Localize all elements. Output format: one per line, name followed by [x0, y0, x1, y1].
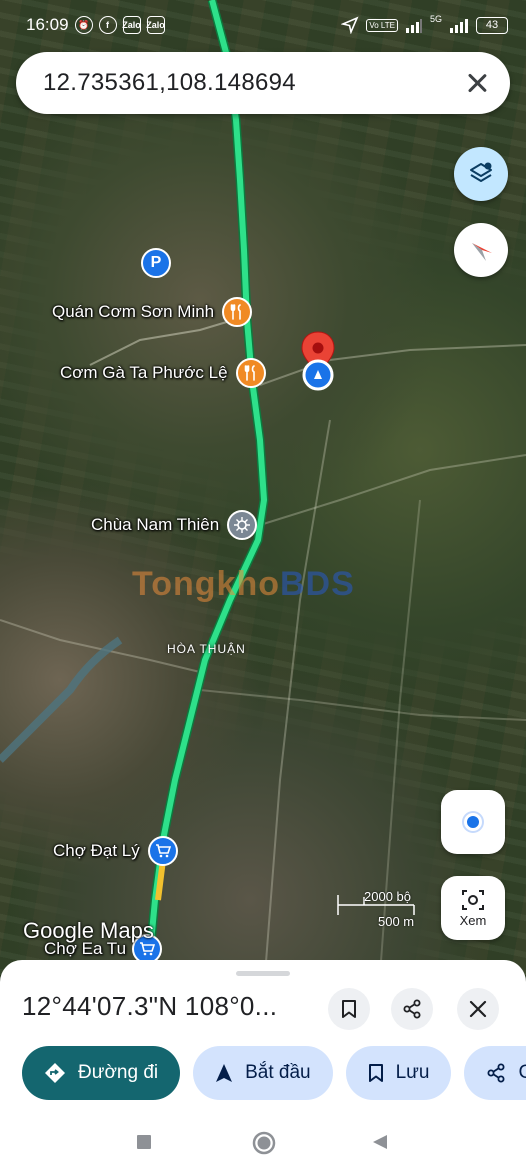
alarm-icon: ⏰ — [74, 16, 93, 34]
home-button[interactable] — [252, 1131, 276, 1160]
search-query[interactable]: 12.735361,108.148694 — [43, 69, 464, 97]
temple-icon — [227, 510, 258, 540]
my-location-button[interactable] — [441, 790, 505, 854]
action-chips: Đường đi Bắt đầu Lưu Ch — [22, 1046, 526, 1100]
share-icon — [403, 999, 421, 1019]
maps-screen: TongkhoBDS P Quán Cơm Sơn Minh Cơm Gà Ta… — [0, 0, 526, 1169]
directions-label: Đường đi — [78, 1062, 159, 1083]
poi-quan-com-son-minh[interactable]: Quán Cơm Sơn Minh — [52, 297, 253, 327]
poi-label: Quán Cơm Sơn Minh — [52, 302, 215, 321]
compass-button[interactable] — [454, 223, 508, 277]
signal-icon-2 — [450, 19, 468, 33]
view-button[interactable]: Xem — [441, 876, 505, 940]
poi-chua-nam-thien[interactable]: Chùa Nam Thiên — [91, 510, 258, 540]
share-label: Ch — [518, 1062, 526, 1083]
watermark: TongkhoBDS — [132, 565, 355, 603]
navigation-arrow-icon — [216, 1064, 233, 1082]
layers-icon — [470, 162, 492, 182]
system-nav-bar — [0, 1120, 526, 1169]
status-bar: 16:09 ⏰ f Zalo Zalo Vo LTE 5G 43 — [0, 0, 526, 50]
recents-icon — [137, 1135, 151, 1149]
place-title: 12°44'07.3"N 108°0... — [22, 991, 278, 1021]
directions-button[interactable]: Đường đi — [22, 1046, 181, 1100]
poi-com-ga-ta-phuoc-le[interactable]: Cơm Gà Ta Phước Lệ — [60, 358, 266, 388]
area-label: HÒA THUẬN — [167, 642, 246, 656]
save-label: Lưu — [395, 1062, 430, 1083]
share-icon-button[interactable] — [391, 988, 433, 1030]
recents-button[interactable] — [136, 1134, 152, 1155]
battery-icon: 43 — [476, 16, 508, 34]
home-icon — [252, 1131, 276, 1155]
google-maps-logo: Google Maps — [23, 918, 154, 943]
parking-icon: P — [141, 248, 171, 278]
save-icon-button[interactable] — [328, 988, 370, 1030]
back-icon — [373, 1135, 387, 1149]
start-label: Bắt đầu — [245, 1062, 311, 1083]
back-button[interactable] — [372, 1134, 388, 1155]
network-type: 5G — [429, 14, 442, 24]
save-button[interactable]: Lưu — [345, 1046, 452, 1100]
close-icon[interactable] — [464, 70, 490, 96]
compass-icon — [472, 243, 492, 261]
bookmark-icon — [368, 1064, 383, 1082]
restaurant-icon — [235, 358, 266, 388]
close-sheet-button[interactable] — [457, 988, 499, 1030]
poi-label: Cơm Gà Ta Phước Lệ — [60, 363, 228, 382]
share-icon — [487, 1063, 505, 1083]
drag-handle[interactable] — [236, 971, 290, 976]
start-button[interactable]: Bắt đầu — [193, 1046, 333, 1100]
layers-button[interactable] — [454, 147, 508, 201]
signal-icon — [405, 19, 422, 33]
location-arrow-icon — [341, 16, 359, 34]
my-location-icon — [464, 813, 482, 831]
place-sheet[interactable]: 12°44'07.3"N 108°0... Đường đi Bắt đầu L… — [0, 960, 526, 1120]
clock: 16:09 — [26, 15, 69, 34]
poi-label: Chùa Nam Thiên — [91, 515, 220, 534]
search-bar[interactable]: 12.735361,108.148694 — [16, 52, 510, 114]
facebook-icon: f — [98, 16, 117, 34]
zalo-icon: Zalo — [122, 16, 141, 34]
shopping-icon — [147, 836, 178, 866]
share-button[interactable]: Ch — [464, 1046, 526, 1100]
close-icon — [469, 1000, 487, 1018]
zalo-icon: Zalo — [146, 16, 165, 34]
map-marker[interactable]: P — [141, 248, 171, 278]
poi-cho-dat-ly[interactable]: Chợ Đạt Lý — [53, 836, 178, 866]
view-button-label: Xem — [459, 912, 487, 928]
volte-icon: Vo LTE — [366, 18, 398, 32]
bookmark-icon — [342, 1000, 356, 1018]
directions-icon — [45, 1063, 65, 1083]
restaurant-icon — [222, 297, 253, 327]
poi-label: Chợ Đạt Lý — [53, 841, 140, 860]
dropped-pin[interactable] — [298, 330, 338, 397]
camera-scan-icon — [462, 889, 484, 910]
